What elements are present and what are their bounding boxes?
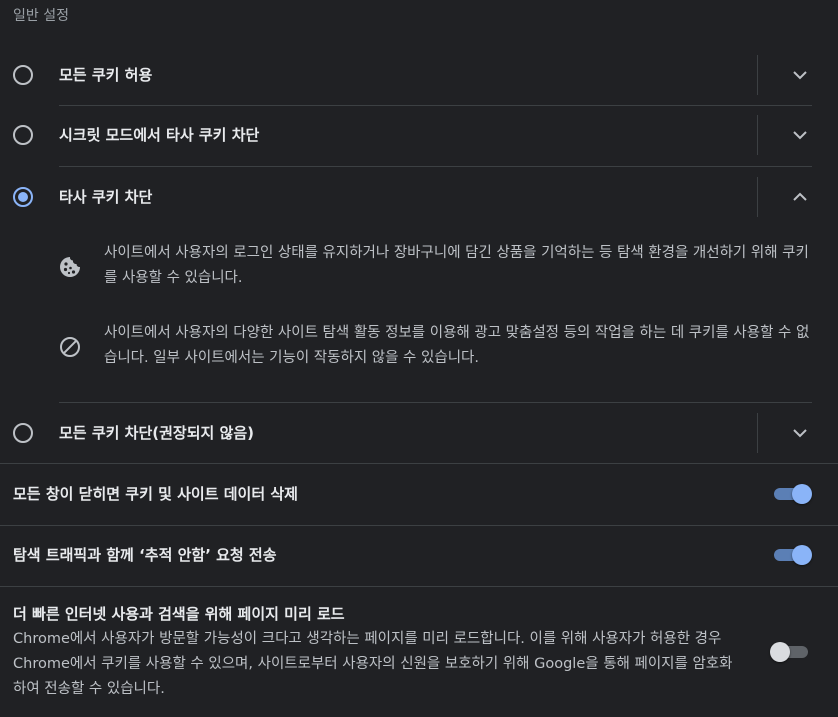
divider: [757, 55, 758, 95]
detail-text: 사이트에서 사용자의 로그인 상태를 유지하거나 장바구니에 담긴 상품을 기억…: [104, 245, 809, 286]
radio-option-block-third-party[interactable]: 타사 쿠키 차단: [0, 167, 838, 227]
chevron-down-icon: [793, 71, 807, 80]
radio-label: 모든 쿠키 허용: [59, 66, 153, 84]
radio-label: 타사 쿠키 차단: [59, 188, 153, 206]
toggle-row-preload[interactable]: 더 빠른 인터넷 사용과 검색을 위해 페이지 미리 로드 Chrome에서 사…: [0, 587, 838, 717]
chevron-down-icon: [793, 131, 807, 140]
toggle-knob: [792, 545, 812, 565]
divider: [757, 115, 758, 155]
collapse-button[interactable]: [780, 185, 820, 209]
divider: [757, 177, 758, 217]
toggle-label: 탐색 트래픽과 함께 ‘추적 안함’ 요청 전송: [13, 546, 277, 564]
radio-option-block-all[interactable]: 모든 쿠키 차단(권장되지 않음): [0, 403, 838, 463]
radio-label: 시크릿 모드에서 타사 쿠키 차단: [59, 126, 260, 144]
do-not-track-toggle[interactable]: [773, 543, 813, 567]
toggle-label: 더 빠른 인터넷 사용과 검색을 위해 페이지 미리 로드: [13, 605, 345, 623]
radio-option-block-incognito[interactable]: 시크릿 모드에서 타사 쿠키 차단: [0, 105, 838, 165]
section-title: 일반 설정: [13, 8, 69, 24]
preload-toggle[interactable]: [770, 640, 813, 664]
toggle-label: 모든 창이 닫히면 쿠키 및 사이트 데이터 삭제: [13, 485, 298, 503]
detail-item: 사이트에서 사용자의 다양한 사이트 탐색 활동 정보를 이용해 광고 맞춤설정…: [0, 320, 838, 375]
toggle-knob: [792, 484, 812, 504]
expand-button[interactable]: [780, 421, 820, 445]
expand-button[interactable]: [780, 63, 820, 87]
toggle-description: Chrome에서 사용자가 방문할 가능성이 크다고 생각하는 페이지를 미리 …: [13, 631, 733, 697]
expand-button[interactable]: [780, 123, 820, 147]
cookie-icon: [58, 255, 82, 279]
cookie-settings-page: 일반 설정 모든 쿠키 허용 시크릿 모드에서 타사 쿠키 차단 타사 쿠키 차…: [0, 0, 838, 717]
toggle-knob: [770, 642, 790, 662]
detail-item: 사이트에서 사용자의 로그인 상태를 유지하거나 장바구니에 담긴 상품을 기억…: [0, 240, 838, 295]
block-icon: [58, 335, 82, 359]
toggle-row-do-not-track[interactable]: 탐색 트래픽과 함께 ‘추적 안함’ 요청 전송: [0, 526, 838, 586]
divider: [757, 413, 758, 453]
chevron-down-icon: [793, 429, 807, 438]
clear-on-exit-toggle[interactable]: [773, 482, 813, 506]
radio-label: 모든 쿠키 차단(권장되지 않음): [59, 424, 254, 442]
radio-button[interactable]: [13, 423, 33, 443]
radio-button[interactable]: [13, 187, 33, 207]
radio-option-allow-all[interactable]: 모든 쿠키 허용: [0, 45, 838, 105]
detail-text: 사이트에서 사용자의 다양한 사이트 탐색 활동 정보를 이용해 광고 맞춤설정…: [104, 325, 810, 366]
radio-button[interactable]: [13, 65, 33, 85]
radio-button[interactable]: [13, 125, 33, 145]
toggle-row-clear-on-exit[interactable]: 모든 창이 닫히면 쿠키 및 사이트 데이터 삭제: [0, 464, 838, 525]
chevron-up-icon: [793, 192, 807, 201]
